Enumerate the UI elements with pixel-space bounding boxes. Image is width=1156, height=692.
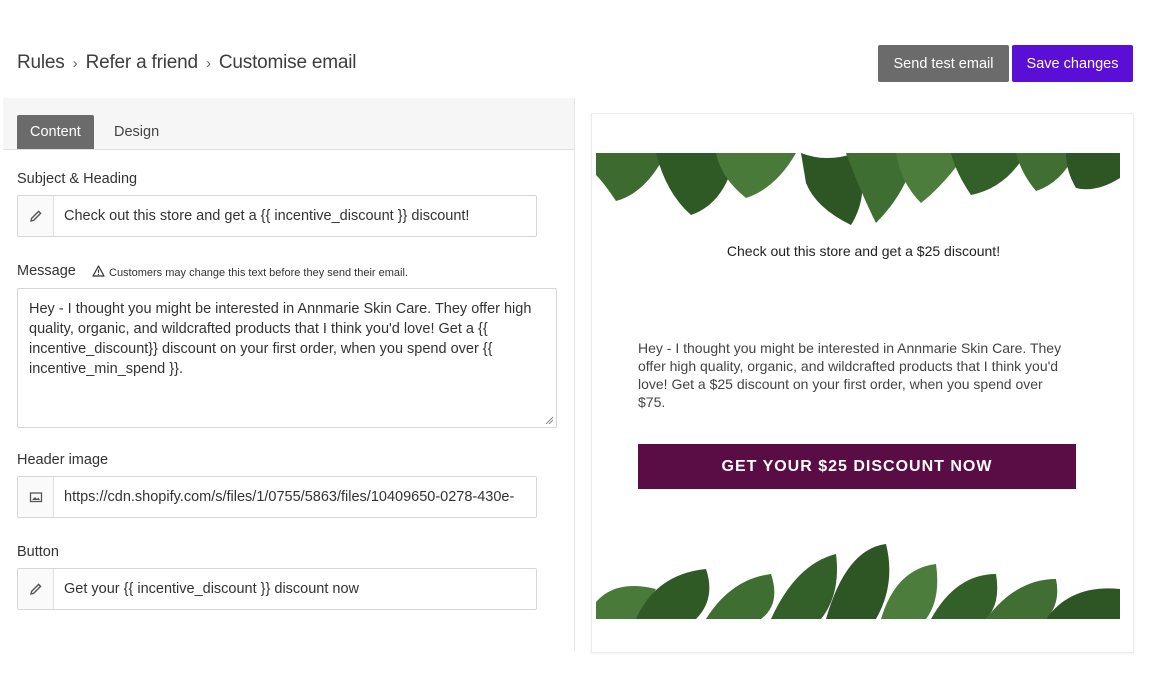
leaf-banner-bottom-image [596,544,1120,619]
breadcrumb-rules[interactable]: Rules [17,52,65,73]
image-icon [18,477,54,517]
preview-heading: Check out this store and get a $25 disco… [726,243,1001,259]
breadcrumb-customise-email: Customise email [218,52,357,73]
pencil-icon [18,569,54,609]
save-changes-button[interactable]: Save changes [1012,45,1133,82]
tab-design[interactable]: Design [101,115,172,149]
panel-divider [574,98,575,650]
message-warning: Customers may change this text before th… [92,265,408,280]
breadcrumb-separator: › [205,55,211,72]
button-field[interactable]: Get your {{ incentive_discount }} discou… [17,568,537,610]
tab-bar: Content Design [3,98,574,150]
pencil-icon [18,196,54,236]
subject-field[interactable]: Check out this store and get a {{ incent… [17,195,537,237]
header-image-label: Header image [17,452,109,468]
message-textarea[interactable]: Hey - I thought you might be interested … [17,288,557,428]
tab-content[interactable]: Content [17,115,94,149]
resize-handle-icon[interactable] [545,416,553,424]
breadcrumb-refer-a-friend[interactable]: Refer a friend [86,52,199,73]
subject-input[interactable]: Check out this store and get a {{ incent… [54,196,536,236]
subject-heading-label: Subject & Heading [17,171,138,187]
message-text: Hey - I thought you might be interested … [29,301,532,377]
preview-cta-button[interactable]: GET YOUR $25 DISCOUNT NOW [638,444,1076,489]
warning-icon [92,265,105,280]
leaf-banner-top-image [596,153,1120,225]
header-image-input[interactable]: https://cdn.shopify.com/s/files/1/0755/5… [54,477,536,517]
breadcrumb: Rules › Refer a friend › Customise email [17,52,357,74]
header-image-field[interactable]: https://cdn.shopify.com/s/files/1/0755/5… [17,476,537,518]
email-preview: Check out this store and get a $25 disco… [591,113,1134,653]
breadcrumb-separator: › [72,55,78,72]
preview-body: Hey - I thought you might be interested … [638,340,1062,410]
message-label: Message [17,263,76,279]
send-test-email-button[interactable]: Send test email [878,45,1009,82]
button-text-input[interactable]: Get your {{ incentive_discount }} discou… [54,569,536,609]
warning-text: Customers may change this text before th… [109,266,408,279]
button-label: Button [17,544,59,560]
